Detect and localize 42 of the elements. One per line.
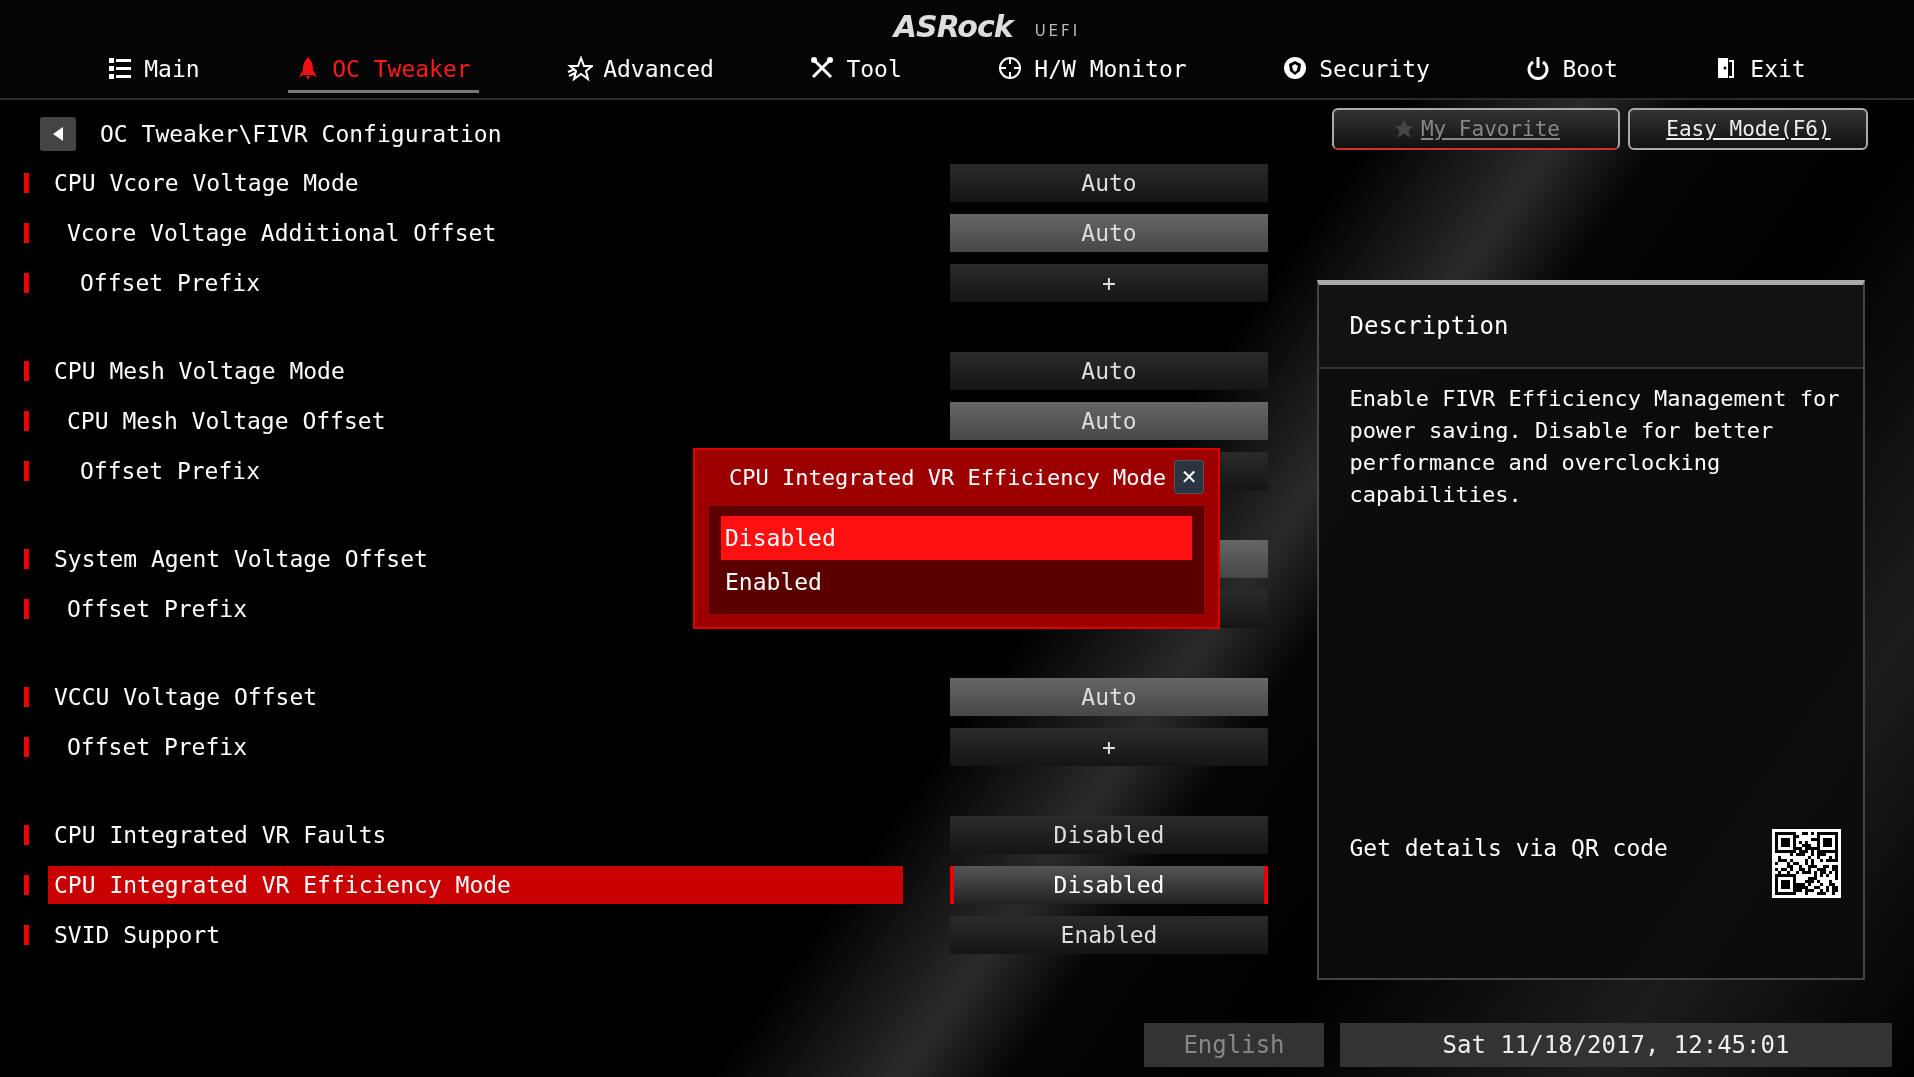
value-field[interactable]: Disabled: [950, 866, 1268, 904]
nav-tab[interactable]: Main: [100, 52, 208, 93]
mode-button[interactable]: Easy Mode(F6): [1628, 108, 1869, 150]
setting-label[interactable]: CPU Integrated VR Efficiency Mode: [48, 866, 903, 904]
value-field[interactable]: Auto: [950, 352, 1268, 390]
qr-caption: Get details via QR code: [1349, 834, 1668, 861]
setting-label[interactable]: CPU Integrated VR Faults: [48, 816, 903, 854]
value-field[interactable]: Auto: [950, 164, 1268, 202]
setting-label[interactable]: CPU Mesh Voltage Offset: [48, 402, 903, 440]
nav-tab[interactable]: Exit: [1706, 52, 1814, 93]
nav-tab[interactable]: Security: [1275, 52, 1438, 93]
nav-tab[interactable]: OC Tweaker: [288, 52, 479, 93]
nav-tab[interactable]: Boot: [1518, 52, 1626, 93]
value-field[interactable]: Enabled: [950, 916, 1268, 954]
nav-tab[interactable]: Tool: [802, 52, 910, 93]
value-field[interactable]: Auto: [950, 678, 1268, 716]
setting-label[interactable]: CPU Mesh Voltage Mode: [48, 352, 903, 390]
setting-label[interactable]: Offset Prefix: [48, 728, 903, 766]
setting-label[interactable]: SVID Support: [48, 916, 903, 954]
value-field[interactable]: Disabled: [950, 816, 1268, 854]
setting-label[interactable]: CPU Vcore Voltage Mode: [48, 164, 903, 202]
value-field[interactable]: Auto: [950, 214, 1268, 252]
description-text: Enable FIVR Efficiency Management for power saving. Disable for better performance and overclocking capabilities.: [1349, 385, 1841, 509]
language-button[interactable]: English: [1144, 1023, 1324, 1067]
favorite-button[interactable]: My Favorite: [1332, 108, 1621, 150]
value-field[interactable]: +: [950, 728, 1268, 766]
setting-label[interactable]: Vcore Voltage Additional Offset: [48, 214, 903, 252]
option-item[interactable]: Enabled: [721, 560, 1192, 604]
setting-label[interactable]: VCCU Voltage Offset: [48, 678, 903, 716]
value-field[interactable]: Auto: [950, 402, 1268, 440]
setting-label[interactable]: Offset Prefix: [48, 264, 903, 302]
dialog-title: CPU Integrated VR Efficiency Mode: [729, 464, 1167, 490]
option-item[interactable]: Disabled: [721, 516, 1192, 560]
value-field[interactable]: +: [950, 264, 1268, 302]
nav-tab[interactable]: Advanced: [559, 52, 722, 93]
breadcrumb: OC Tweaker\FIVR Configuration: [100, 121, 502, 147]
description-title: Description: [1349, 312, 1509, 340]
brand-suffix: UEFI: [1034, 22, 1081, 42]
close-button[interactable]: ✕: [1174, 460, 1204, 494]
brand-logo: ASRock: [893, 9, 1013, 44]
nav-tab[interactable]: H/W Monitor: [990, 52, 1195, 93]
date-time: Sat 11/18/2017, 12:45:01: [1340, 1023, 1892, 1067]
